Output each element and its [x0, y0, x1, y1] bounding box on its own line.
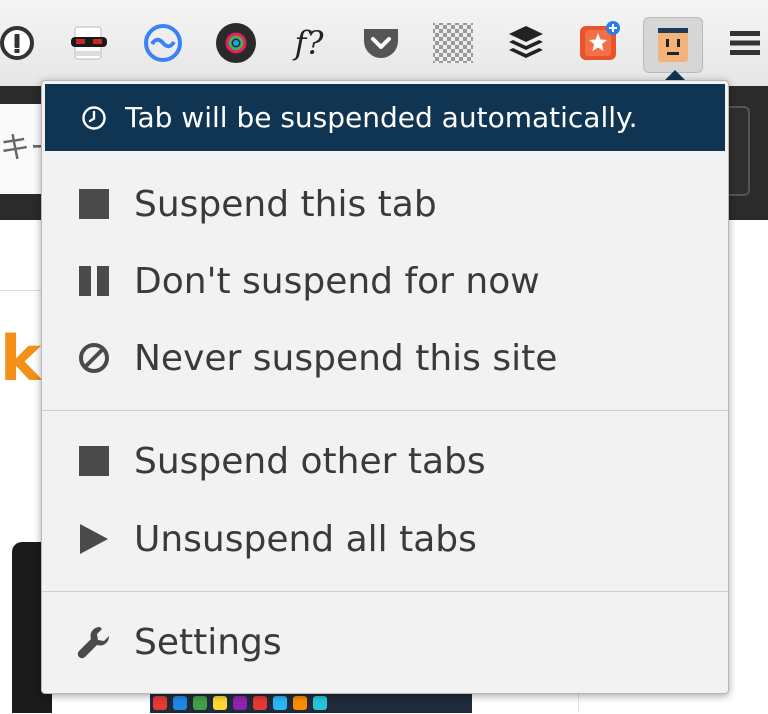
status-banner: Tab will be suspended automatically.	[45, 84, 725, 151]
menu-item-label: Don't suspend for now	[134, 260, 540, 302]
checkerboard-icon[interactable]	[430, 20, 476, 66]
suspend-this-tab-item[interactable]: Suspend this tab	[42, 174, 728, 234]
menu-item-label: Unsuspend all tabs	[134, 518, 477, 560]
great-suspender-icon[interactable]	[643, 17, 703, 73]
menu-separator	[42, 410, 728, 411]
bookmark-star-icon[interactable]	[576, 20, 622, 66]
pause-icon	[76, 263, 112, 299]
dont-suspend-for-now-item[interactable]: Don't suspend for now	[42, 251, 728, 311]
menu-item-label: Settings	[134, 621, 282, 663]
mask-icon[interactable]	[66, 20, 112, 66]
menu-separator	[42, 591, 728, 592]
pocket-icon[interactable]	[358, 20, 404, 66]
square-icon	[76, 186, 112, 222]
buffer-icon[interactable]	[503, 20, 549, 66]
menu-item-label: Never suspend this site	[134, 337, 558, 379]
browser-toolbar: f?	[0, 0, 768, 87]
settings-item[interactable]: Settings	[42, 612, 728, 672]
font-finder-icon[interactable]: f?	[286, 20, 332, 66]
color-picker-icon[interactable]	[213, 20, 259, 66]
sync-icon[interactable]	[140, 20, 186, 66]
unsuspend-all-tabs-item[interactable]: Unsuspend all tabs	[42, 509, 728, 569]
suspender-popup: Tab will be suspended automatically. Sus…	[41, 80, 729, 694]
app-icon-strip	[150, 692, 472, 713]
wrench-icon	[76, 624, 112, 660]
menu-icon[interactable]	[722, 20, 768, 66]
menu-item-label: Suspend other tabs	[134, 440, 486, 482]
play-icon	[76, 521, 112, 557]
font-finder-label: f?	[294, 24, 324, 62]
square-icon	[76, 443, 112, 479]
clock-icon	[81, 105, 107, 131]
suspend-other-tabs-item[interactable]: Suspend other tabs	[42, 431, 728, 491]
prohibited-icon	[76, 340, 112, 376]
1password-icon[interactable]	[0, 20, 40, 66]
status-text: Tab will be suspended automatically.	[125, 101, 638, 134]
menu-item-label: Suspend this tab	[134, 183, 437, 225]
never-suspend-site-item[interactable]: Never suspend this site	[42, 328, 728, 388]
